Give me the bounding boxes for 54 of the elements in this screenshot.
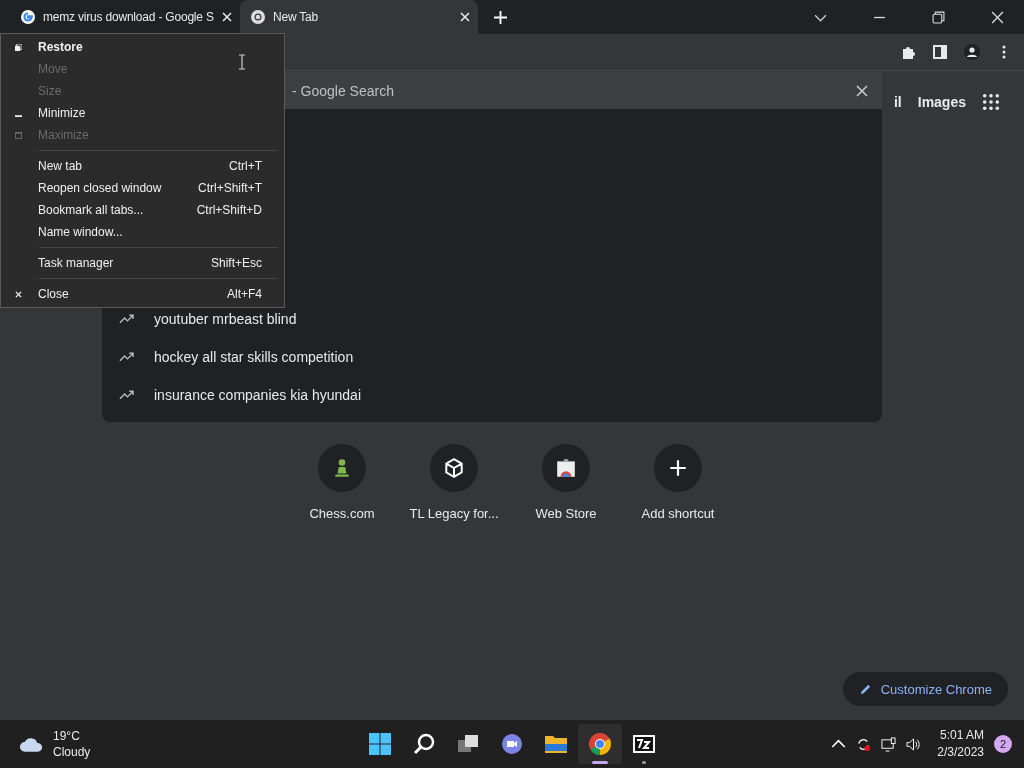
taskbar-button[interactable] bbox=[578, 724, 622, 764]
maximize-icon bbox=[15, 131, 22, 139]
menu-item[interactable]: Restore bbox=[1, 36, 284, 58]
close-icon bbox=[15, 290, 22, 298]
new-tab-icon[interactable] bbox=[494, 10, 507, 24]
cube-icon bbox=[443, 457, 465, 479]
side-panel-icon[interactable] bbox=[932, 44, 948, 60]
sync-icon[interactable] bbox=[856, 736, 872, 752]
puzzle-icon[interactable] bbox=[900, 44, 916, 60]
close-icon[interactable] bbox=[222, 12, 232, 22]
menu-item[interactable]: Name window... bbox=[1, 221, 284, 243]
trending-icon bbox=[119, 390, 134, 400]
profile-icon[interactable] bbox=[964, 44, 980, 60]
start-icon[interactable] bbox=[368, 732, 392, 756]
shortcut-tile[interactable]: Add shortcut bbox=[622, 444, 734, 521]
store-icon bbox=[555, 457, 577, 479]
close-icon[interactable] bbox=[856, 84, 868, 97]
archive-app-icon[interactable] bbox=[632, 732, 656, 756]
header-link[interactable]: il bbox=[893, 94, 902, 110]
clock[interactable]: 5:01 AM 2/3/2023 bbox=[937, 727, 984, 761]
close-icon[interactable] bbox=[460, 12, 470, 22]
close-icon[interactable] bbox=[991, 10, 1004, 24]
text-cursor-icon bbox=[238, 54, 246, 70]
apps-grid-icon[interactable] bbox=[982, 93, 1000, 111]
menu-item[interactable]: New tab Ctrl+T bbox=[1, 155, 284, 177]
temperature: 19°C bbox=[53, 728, 81, 744]
shortcut-tile[interactable]: Web Store bbox=[510, 444, 622, 521]
browser-tab[interactable]: New Tab bbox=[240, 0, 478, 34]
customize-chrome-button[interactable]: Customize Chrome bbox=[842, 672, 1008, 706]
cloud-icon[interactable] bbox=[18, 735, 45, 753]
menu-item[interactable]: Task manager Shift+Esc bbox=[1, 252, 284, 274]
volume-icon[interactable] bbox=[906, 736, 922, 752]
menu-item[interactable]: Bookmark all tabs... Ctrl+Shift+D bbox=[1, 199, 284, 221]
restore-icon bbox=[15, 43, 22, 51]
suggestion-item[interactable]: hockey all star skills competition bbox=[102, 338, 882, 376]
video-chat-icon[interactable] bbox=[500, 732, 524, 756]
restore-icon[interactable] bbox=[932, 10, 945, 24]
trending-icon bbox=[119, 352, 134, 362]
notification-badge[interactable]: 2 bbox=[994, 735, 1012, 753]
menu-item[interactable]: Reopen closed window Ctrl+Shift+T bbox=[1, 177, 284, 199]
search-icon[interactable] bbox=[412, 732, 436, 756]
pencil-icon bbox=[858, 682, 872, 696]
chrome-logo-icon[interactable] bbox=[588, 732, 612, 756]
plus-icon bbox=[667, 457, 689, 479]
browser-tab[interactable]: memz virus download - Google S bbox=[10, 0, 240, 34]
google-logo-icon bbox=[20, 9, 36, 25]
trending-icon bbox=[119, 314, 134, 324]
shortcut-tile[interactable]: TL Legacy for... bbox=[398, 444, 510, 521]
weather-condition: Cloudy bbox=[53, 744, 91, 760]
chrome-logo-icon bbox=[250, 9, 266, 25]
shortcut-tile[interactable]: Chess.com bbox=[286, 444, 398, 521]
suggestion-item[interactable]: insurance companies kia hyundai bbox=[102, 376, 882, 414]
header-link[interactable]: Images bbox=[917, 94, 966, 110]
network-icon[interactable] bbox=[881, 736, 897, 752]
